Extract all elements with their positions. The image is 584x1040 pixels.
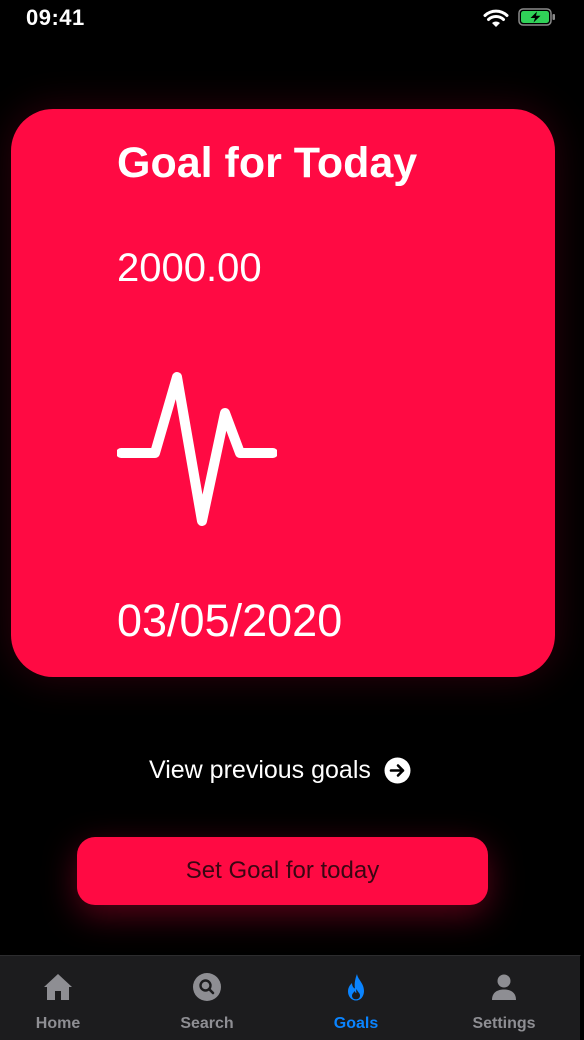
card-title: Goal for Today <box>117 139 418 187</box>
goal-card: Goal for Today 2000.00 03/05/2020 <box>11 109 555 677</box>
tab-search-label: Search <box>180 1015 234 1032</box>
view-previous-goals-label: View previous goals <box>149 755 371 784</box>
tab-goals-label: Goals <box>333 1015 379 1032</box>
status-bar: 09:41 <box>0 0 584 40</box>
tab-settings[interactable]: Settings <box>444 956 564 1040</box>
flame-icon <box>348 974 364 1001</box>
battery-charging-icon <box>518 8 555 26</box>
person-icon <box>492 974 516 1000</box>
wifi-icon <box>483 9 509 27</box>
goal-date: 03/05/2020 <box>117 595 343 646</box>
search-icon <box>193 973 221 1001</box>
tab-goals[interactable]: Goals <box>296 956 416 1040</box>
view-previous-goals-link[interactable]: View previous goals <box>149 754 411 786</box>
tab-home-label: Home <box>35 1015 81 1032</box>
tab-search[interactable]: Search <box>147 956 267 1040</box>
tab-settings-label: Settings <box>472 1015 536 1032</box>
set-goal-button-label: Set Goal for today <box>185 857 380 884</box>
goal-amount: 2000.00 <box>117 246 262 290</box>
tab-home[interactable]: Home <box>0 956 118 1040</box>
set-goal-button[interactable]: Set Goal for today <box>77 837 488 905</box>
house-icon <box>44 974 72 1000</box>
tab-bar: Home Search Goals Settings <box>0 955 581 1040</box>
arrow-right-circle-icon <box>384 757 411 783</box>
waveform-path-ecg-icon <box>117 372 277 526</box>
status-time: 09:41 <box>26 5 85 30</box>
